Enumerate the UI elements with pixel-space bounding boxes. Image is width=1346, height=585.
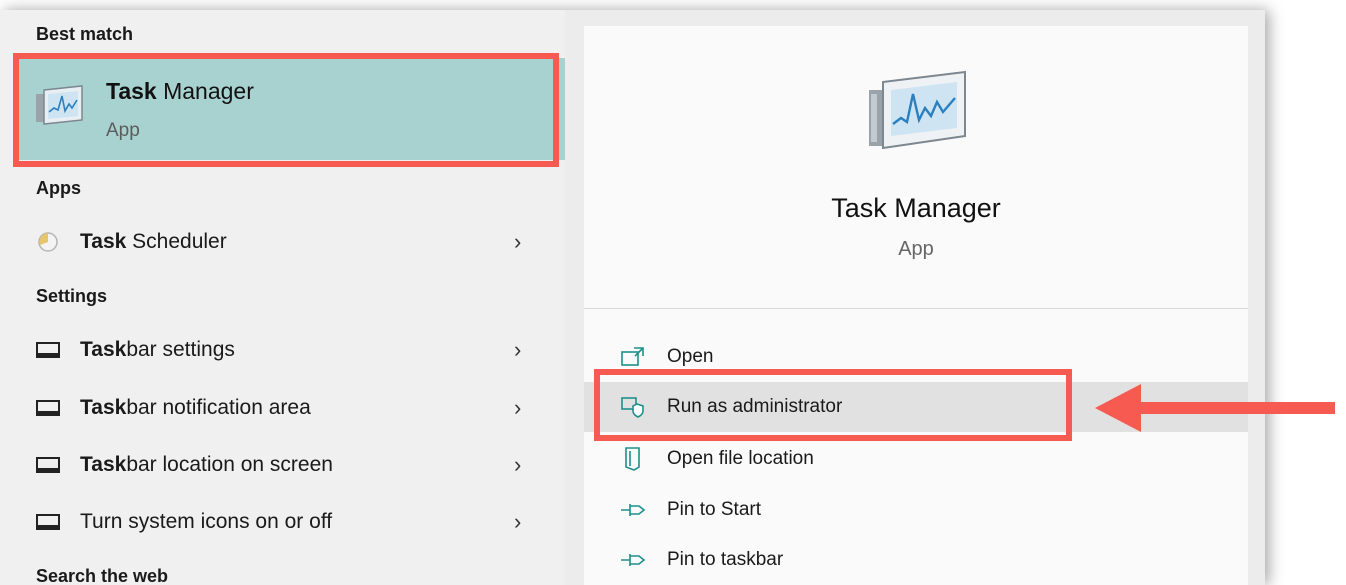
task-manager-large-icon — [865, 68, 975, 159]
result-taskbar-notification-area[interactable]: Taskbar notification area › — [16, 380, 565, 436]
result-label: Turn system icons on or off — [80, 510, 333, 533]
chevron-right-icon[interactable]: › — [514, 229, 521, 255]
result-label: Taskbar location on screen — [80, 453, 333, 476]
chevron-right-icon[interactable]: › — [514, 509, 521, 535]
result-system-icons[interactable]: Turn system icons on or off › — [16, 494, 565, 550]
result-task-scheduler[interactable]: Task Scheduler › — [16, 214, 565, 270]
result-label: Task Scheduler — [80, 230, 227, 253]
section-best-match: Best match — [36, 24, 134, 44]
folder-icon — [620, 447, 646, 471]
result-label: Taskbar notification area — [80, 396, 311, 419]
action-open-file-location[interactable]: Open file location — [584, 434, 1248, 484]
result-taskbar-location[interactable]: Taskbar location on screen › — [16, 437, 565, 493]
taskbar-icon — [34, 396, 62, 420]
section-search-web: Search the web — [36, 566, 169, 585]
pin-icon — [620, 549, 646, 571]
taskbar-icon — [34, 338, 62, 362]
chevron-right-icon[interactable]: › — [514, 395, 521, 421]
section-settings: Settings — [36, 286, 108, 306]
result-taskbar-settings[interactable]: Taskbar settings › — [16, 322, 565, 378]
pointer-arrow-icon — [1095, 382, 1335, 439]
taskbar-icon — [34, 453, 62, 477]
open-icon — [620, 346, 646, 368]
preview-subtitle: App — [898, 238, 934, 260]
clock-icon — [34, 230, 62, 254]
divider — [584, 308, 1248, 309]
chevron-right-icon[interactable]: › — [514, 452, 521, 478]
taskbar-icon — [34, 510, 62, 534]
action-pin-to-start[interactable]: Pin to Start — [584, 485, 1248, 535]
section-apps: Apps — [36, 178, 81, 198]
preview-title: Task Manager — [831, 193, 1001, 223]
action-pin-to-taskbar[interactable]: Pin to taskbar — [584, 535, 1248, 585]
chevron-right-icon[interactable]: › — [514, 337, 521, 363]
pin-icon — [620, 499, 646, 521]
highlight-box-run-as-admin — [594, 369, 1072, 441]
result-label: Taskbar settings — [80, 338, 235, 361]
highlight-box-best-match — [13, 53, 559, 167]
